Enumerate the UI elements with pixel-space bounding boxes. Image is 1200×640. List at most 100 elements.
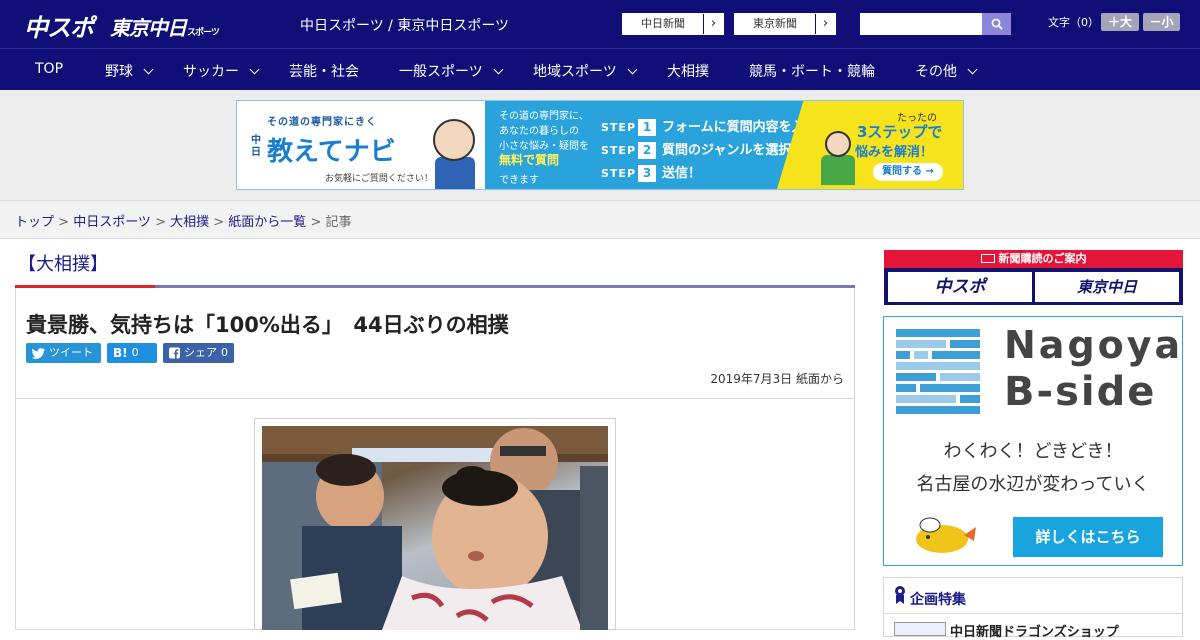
chevron-down-icon — [143, 64, 154, 75]
breadcrumb-bar: トップ > 中日スポーツ > 大相撲 > 紙面から一覧 > 記事 — [0, 200, 1200, 239]
twitter-bird-icon — [32, 347, 45, 359]
ribbon-badge-icon — [895, 586, 905, 604]
feature-section: 企画特集 中日新聞ドラゴンズショップ — [883, 577, 1183, 640]
ad-brand-prefix: 中日 — [251, 135, 261, 158]
breadcrumb-separator: > — [209, 215, 229, 230]
person-illustration-icon — [825, 131, 851, 157]
font-size-up-button[interactable]: ＋大 — [1101, 13, 1139, 31]
ad-free-tail: できます — [499, 175, 539, 186]
facebook-share-button[interactable]: シェア 0 — [163, 343, 234, 363]
hatena-bookmark-icon: B! — [113, 346, 128, 360]
ad-step-num: 1 — [638, 119, 657, 136]
nav-item-soccer[interactable]: サッカー — [183, 61, 260, 81]
nav-item-baseball[interactable]: 野球 — [105, 61, 154, 81]
chevron-down-icon — [493, 64, 504, 75]
nav-item-top[interactable]: TOP — [35, 61, 63, 77]
person-illustration-body — [821, 155, 855, 185]
tokyo-chunichi-logo-text: 東京中日 — [110, 16, 187, 40]
breadcrumb-separator: > — [150, 215, 171, 230]
breadcrumb-link-chunichi-sports[interactable]: 中日スポーツ — [73, 215, 151, 230]
search-input[interactable] — [860, 13, 982, 35]
nav-item-label: その他 — [915, 64, 957, 80]
nav-item-regional-sports[interactable]: 地域スポーツ — [533, 61, 638, 81]
ad-description: その道の専門家に、 あなたの暮らしの 小さな悩み・疑問を — [499, 109, 589, 154]
expert-illustration-icon — [433, 119, 475, 161]
bside-copy-line2: 名古屋の水辺が変わっていく — [916, 474, 1150, 495]
nav-item-label: 野球 — [105, 64, 133, 80]
hatena-count: 0 — [131, 346, 139, 359]
nav-item-label: サッカー — [183, 64, 239, 80]
breadcrumb-link-top[interactable]: トップ — [15, 215, 54, 230]
feature-item-link[interactable]: 中日新聞ドラゴンズショップ — [950, 621, 1119, 640]
ad-right-headline: 3ステップで — [857, 123, 943, 141]
feature-separator — [884, 613, 1182, 614]
article-dateline: 2019年7月3日 紙面から — [710, 372, 844, 386]
nav-item-label: 芸能・社会 — [289, 64, 359, 80]
chevron-right-icon: › — [815, 14, 835, 34]
tweet-button[interactable]: ツイート — [26, 343, 101, 363]
nav-item-other[interactable]: その他 — [915, 61, 978, 81]
subscribe-chuspo-link[interactable]: 中スポ — [888, 272, 1032, 302]
ad-desc-line: その道の専門家に、 — [499, 111, 589, 122]
article-accent-red — [15, 285, 155, 288]
main-nav: TOP 野球 サッカー 芸能・社会 一般スポーツ 地域スポーツ 大相撲 競馬・ボ… — [0, 48, 1200, 90]
article-photo[interactable] — [262, 426, 608, 630]
nav-item-entertainment[interactable]: 芸能・社会 — [289, 61, 359, 81]
site-name-link[interactable]: 中日スポーツ / 東京中日スポーツ — [300, 15, 509, 35]
tokyo-shimbun-link[interactable]: 東京新聞 › — [734, 13, 836, 35]
ad-banner-oshiete-navi[interactable]: その道の専門家にきく 中日 教えてナビ お気軽にご質問ください！ その道の専門家… — [236, 100, 964, 190]
article-headline: 貴景勝、気持ちは「100%出る」 44日ぶりの相撲 — [26, 313, 509, 337]
feature-thumbnail[interactable] — [894, 622, 946, 636]
ad-step-num: 3 — [638, 165, 657, 182]
ad-brand: 教えてナビ — [267, 137, 396, 167]
ad-step-label: STEP — [601, 167, 637, 180]
ad-cta-button[interactable]: 質問する → — [873, 163, 943, 181]
ad-desc-line: あなたの暮らしの — [499, 126, 579, 137]
bside-details-button[interactable]: 詳しくはこちら — [1013, 517, 1163, 557]
nav-item-general-sports[interactable]: 一般スポーツ — [399, 61, 504, 81]
chunichi-shimbun-link[interactable]: 中日新聞 › — [622, 13, 724, 35]
breadcrumb-link-sumo[interactable]: 大相撲 — [170, 215, 209, 230]
ad-step-3: STEP 3 送信！ — [601, 162, 701, 182]
ad-left-panel: その道の専門家にきく 中日 教えてナビ お気軽にご質問ください！ — [237, 101, 485, 189]
ad-free-badge: 無料で質問 — [499, 153, 560, 167]
expert-illustration-body — [435, 157, 475, 189]
font-size-label: 文字（0） — [1048, 16, 1099, 29]
nav-item-label: 一般スポーツ — [399, 64, 483, 80]
chevron-down-icon — [249, 64, 260, 75]
ad-right-panel: たったの 3ステップで 悩みを解消！ 質問する → — [777, 101, 963, 189]
breadcrumb-separator: > — [54, 215, 74, 230]
facebook-share-label: シェア — [184, 346, 217, 359]
bside-title-line1: Nagoya — [1004, 323, 1184, 367]
font-size-down-button[interactable]: －小 — [1143, 13, 1180, 31]
chunichi-shimbun-label: 中日新聞 — [641, 17, 685, 30]
nav-item-label: TOP — [35, 61, 64, 77]
nav-item-label: 競馬・ボート・競輪 — [749, 64, 875, 80]
subscription-banner[interactable]: 新聞購読のご案内 中スポ 東京中日 — [884, 250, 1183, 305]
top-header: 中スポ 東京中日スポーツ 中日スポーツ / 東京中日スポーツ 中日新聞 › 東京… — [0, 0, 1200, 48]
ad-step-text: 質問のジャンルを選択 — [662, 143, 792, 158]
article-category: 【大相撲】 — [18, 254, 108, 275]
ad-step-2: STEP 2 質問のジャンルを選択 — [601, 139, 791, 159]
nav-item-keiba[interactable]: 競馬・ボート・競輪 — [749, 61, 875, 81]
tweet-label: ツイート — [49, 346, 93, 359]
nav-item-label: 大相撲 — [667, 64, 709, 80]
ad-step-1: STEP 1 フォームに質問内容を入力 — [601, 116, 818, 136]
chevron-down-icon — [627, 64, 638, 75]
chevron-right-icon: › — [703, 14, 723, 34]
ad-step-label: STEP — [601, 121, 637, 134]
breadcrumb-current: 記事 — [325, 215, 352, 230]
ad-step-label: STEP — [601, 144, 637, 157]
nav-item-sumo[interactable]: 大相撲 — [667, 61, 709, 81]
subscribe-tokyo-chunichi-link[interactable]: 東京中日 — [1035, 272, 1179, 302]
shrimp-mascot-icon — [916, 517, 976, 553]
photo-illustration — [262, 426, 608, 630]
hatena-bookmark-button[interactable]: B! 0 — [107, 343, 157, 363]
chuspo-logo[interactable]: 中スポ — [24, 8, 94, 43]
tokyo-chunichi-logo[interactable]: 東京中日スポーツ — [110, 12, 220, 41]
search-button[interactable] — [982, 13, 1011, 35]
breadcrumb-link-paper-list[interactable]: 紙面から一覧 — [228, 215, 306, 230]
bside-title-line2: B-side — [1004, 369, 1157, 415]
nagoya-bside-ad[interactable]: Nagoya B-side わくわく！どきどき！ 名古屋の水辺が変わっていく 詳… — [883, 316, 1183, 566]
article-accent-blue — [155, 285, 855, 288]
